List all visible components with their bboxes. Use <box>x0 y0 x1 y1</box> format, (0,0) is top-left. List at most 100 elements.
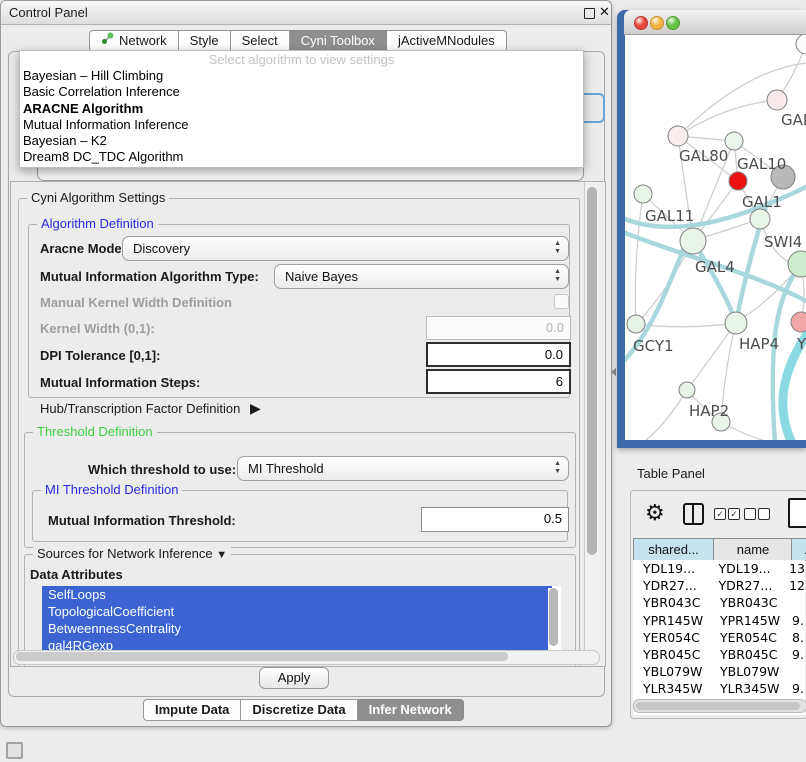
group-title: Sources for Network Inference ▼ <box>33 546 231 561</box>
network-node-label: GAL80 <box>679 147 728 165</box>
settings-vertical-scrollbar[interactable] <box>584 182 600 664</box>
apply-button[interactable]: Apply <box>259 667 329 689</box>
zoom-traffic-light-icon[interactable] <box>666 16 680 30</box>
tab-infer-network[interactable]: Infer Network <box>358 699 464 721</box>
which-threshold-combo[interactable]: MI Threshold ▲▼ <box>237 456 569 481</box>
mi-algorithm-type-combo[interactable]: Naive Bayes ▲▼ <box>274 264 569 289</box>
dpi-tolerance-label: DPI Tolerance [0,1]: <box>40 348 160 363</box>
split-columns-icon[interactable] <box>683 503 704 525</box>
mi-threshold-label: Mutual Information Threshold: <box>48 513 236 528</box>
tab-select[interactable]: Select <box>231 30 290 52</box>
list-scrollbar[interactable] <box>548 588 559 650</box>
menu-item[interactable]: Basic Correlation Inference <box>20 84 583 100</box>
tab-impute-data[interactable]: Impute Data <box>143 699 241 721</box>
network-node[interactable] <box>725 312 747 334</box>
network-node[interactable] <box>627 315 645 333</box>
network-node[interactable] <box>668 126 688 146</box>
table-row[interactable]: YBR045CYBR045C9. <box>633 646 805 663</box>
data-attributes-label: Data Attributes <box>30 567 123 582</box>
unchecked-checkbox-icon[interactable] <box>744 508 756 520</box>
table-row[interactable]: YLR345WYLR345W9. <box>633 680 805 697</box>
hub-definition-expander[interactable]: Hub/Transcription Factor Definition ▶ <box>40 400 261 417</box>
aracne-mode-combo[interactable]: Discovery ▲▼ <box>122 236 569 261</box>
gear-icon[interactable]: ⚙ <box>645 501 665 525</box>
minimize-traffic-light-icon[interactable] <box>650 16 664 30</box>
network-node-label: GCY1 <box>633 337 674 355</box>
combo-arrows-icon: ▲▼ <box>554 460 561 476</box>
attribute-item-selected[interactable]: BetweennessCentrality <box>42 620 552 637</box>
table-row[interactable]: YBL079WYBL079W <box>633 663 805 680</box>
attribute-item-selected[interactable]: TopologicalCoefficient <box>42 603 552 620</box>
network-canvas[interactable]: GALGAL80GAL10GAL1GAL11GAL4SWI4GCY1HAP4YH… <box>625 35 806 440</box>
scrollbar-thumb[interactable] <box>16 652 508 661</box>
network-node-label: GAL10 <box>737 155 786 173</box>
network-node[interactable] <box>634 185 652 203</box>
network-node[interactable] <box>750 209 770 229</box>
menu-item[interactable]: Bayesian – K2 <box>20 133 583 149</box>
dpi-tolerance-field[interactable]: 0.0 <box>426 342 571 367</box>
tab-network[interactable]: Network <box>89 30 179 52</box>
algorithm-dropdown-popup: Select algorithm to view settings Bayesi… <box>19 50 584 168</box>
panel-collapse-arrow-icon[interactable] <box>611 368 616 376</box>
unchecked-checkbox-icon[interactable] <box>758 508 770 520</box>
network-node[interactable] <box>679 382 695 398</box>
table-row[interactable]: YDL19...YDL19...13 <box>633 560 805 577</box>
network-node-label: Y <box>796 335 806 353</box>
tab-style[interactable]: Style <box>179 30 231 52</box>
table-row[interactable]: YPR145WYPR145W9. <box>633 612 805 629</box>
network-node-label: SWI4 <box>764 233 802 251</box>
menu-item-aracne[interactable]: ARACNE Algorithm <box>20 101 583 117</box>
network-view-window: GALGAL80GAL10GAL1GAL11GAL4SWI4GCY1HAP4YH… <box>617 10 806 448</box>
attribute-item-selected[interactable]: SelfLoops <box>42 586 552 603</box>
network-node-label: HAP4 <box>739 335 779 353</box>
scrollbar-thumb[interactable] <box>636 702 800 710</box>
mi-threshold-field[interactable]: 0.5 <box>421 507 569 532</box>
table-row[interactable]: YDR27...YDR27...12 <box>633 577 805 594</box>
network-node-label: HAP2 <box>689 402 729 420</box>
network-node[interactable] <box>796 35 806 54</box>
table-horizontal-scrollbar[interactable] <box>633 699 806 713</box>
column-header-shared-name[interactable]: shared... <box>633 539 714 560</box>
network-node[interactable] <box>788 251 806 277</box>
table-panel: ⚙ ✓ ✓ shared... name A YDL19...YDL19...1… <box>630 490 806 719</box>
network-node-label: GAL <box>781 111 806 129</box>
column-header-name[interactable]: name <box>714 539 792 560</box>
checked-checkbox-icon[interactable]: ✓ <box>728 508 740 520</box>
network-window-titlebar[interactable] <box>624 10 806 35</box>
tab-discretize-data[interactable]: Discretize Data <box>241 699 357 721</box>
import-table-icon[interactable] <box>788 498 806 528</box>
tab-jactivemnodules[interactable]: jActiveMNodules <box>387 30 507 52</box>
close-icon[interactable]: ✕ <box>599 4 610 20</box>
table-row[interactable]: YER054CYER054C8. <box>633 629 805 646</box>
menu-item[interactable]: Mutual Information Inference <box>20 117 583 133</box>
collapse-arrow-icon[interactable]: ▼ <box>216 549 227 561</box>
column-header-clipped[interactable]: A <box>792 539 806 560</box>
network-icon <box>101 31 114 51</box>
mi-steps-field[interactable]: 6 <box>426 369 571 394</box>
float-window-icon[interactable] <box>584 8 595 19</box>
minimized-panel-icon[interactable] <box>6 742 23 759</box>
tab-cyni-toolbox[interactable]: Cyni Toolbox <box>290 30 387 52</box>
close-traffic-light-icon[interactable] <box>634 16 648 30</box>
network-node[interactable] <box>767 90 787 110</box>
checked-checkbox-icon[interactable]: ✓ <box>714 508 726 520</box>
scrollbar-thumb[interactable] <box>587 187 597 555</box>
settings-viewport: Cyni Algorithm Settings Algorithm Defini… <box>10 181 606 667</box>
menu-item[interactable]: Dream8 DC_TDC Algorithm <box>20 149 583 165</box>
network-node[interactable] <box>680 228 706 254</box>
network-node-label: GAL11 <box>645 207 694 225</box>
combo-arrows-icon: ▲▼ <box>554 240 561 256</box>
manual-kernel-checkbox[interactable] <box>554 294 569 309</box>
network-node[interactable] <box>791 312 806 332</box>
menu-item[interactable]: Bayesian – Hill Climbing <box>20 68 583 84</box>
kernel-width-field[interactable]: 0.0 <box>426 316 571 340</box>
network-node[interactable] <box>729 172 747 190</box>
data-attributes-list: SelfLoops TopologicalCoefficient Between… <box>42 586 561 654</box>
network-canvas-container[interactable]: GALGAL80GAL10GAL1GAL11GAL4SWI4GCY1HAP4YH… <box>625 35 806 440</box>
mi-steps-label: Mutual Information Steps: <box>40 375 200 390</box>
control-panel-tabbar: Network Style Select Cyni Toolbox jActiv… <box>89 30 507 52</box>
table-header-row: shared... name A <box>633 538 806 561</box>
table-row[interactable]: YBR043CYBR043C <box>633 594 805 611</box>
table-panel-title: Table Panel <box>637 466 705 481</box>
settings-horizontal-scrollbar[interactable] <box>13 650 600 665</box>
